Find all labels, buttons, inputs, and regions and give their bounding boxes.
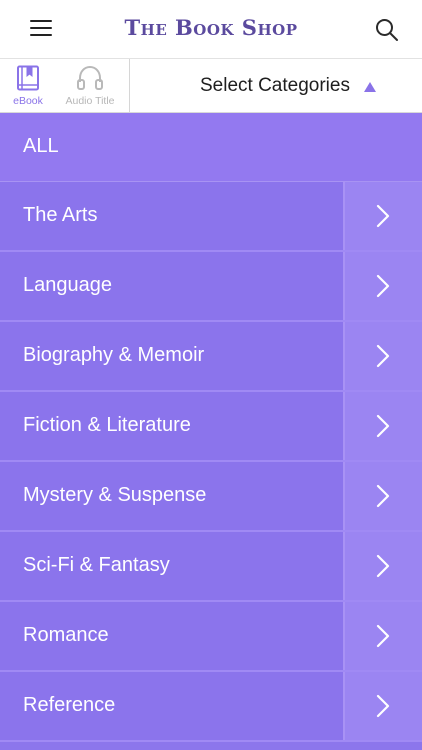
category-row-main[interactable]: Biography & Memoir bbox=[0, 322, 343, 390]
category-row[interactable]: The Arts bbox=[0, 182, 422, 252]
filter-bar: eBook Audio Title Select Categories bbox=[0, 59, 422, 113]
tab-audio-title-label: Audio Title bbox=[65, 95, 115, 107]
category-row-label: The Arts bbox=[23, 204, 98, 226]
tab-ebook-label: eBook bbox=[13, 95, 43, 107]
category-row-label: Biography & Memoir bbox=[23, 344, 205, 366]
triangle-up-icon bbox=[364, 82, 376, 92]
category-expand-button[interactable] bbox=[345, 532, 422, 600]
category-row-label: Sci-Fi & Fantasy bbox=[23, 554, 170, 576]
chevron-right-icon bbox=[376, 204, 390, 228]
category-row-main[interactable]: The Arts bbox=[0, 182, 343, 250]
category-expand-button[interactable] bbox=[345, 392, 422, 460]
hamburger-menu-icon-bar bbox=[30, 34, 52, 36]
tab-ebook[interactable]: eBook bbox=[0, 59, 59, 112]
chevron-right-icon bbox=[376, 694, 390, 718]
chevron-right-icon bbox=[376, 554, 390, 578]
chevron-right-icon bbox=[376, 414, 390, 438]
top-header: The Book Shop bbox=[0, 0, 422, 59]
category-expand-button[interactable] bbox=[345, 672, 422, 740]
category-row-all[interactable]: ALL bbox=[0, 113, 422, 182]
category-row-main[interactable]: Mystery & Suspense bbox=[0, 462, 343, 530]
headphones-icon bbox=[77, 65, 103, 90]
category-row-label: Mystery & Suspense bbox=[23, 484, 207, 506]
chevron-right-icon bbox=[376, 624, 390, 648]
category-expand-button[interactable] bbox=[345, 462, 422, 530]
category-expand-button[interactable] bbox=[345, 252, 422, 320]
category-row[interactable]: Mystery & Suspense bbox=[0, 462, 422, 532]
category-row[interactable]: Reference bbox=[0, 672, 422, 742]
menu-button[interactable] bbox=[20, 17, 62, 45]
hamburger-menu-icon-bar bbox=[30, 27, 52, 29]
chevron-right-icon bbox=[376, 274, 390, 298]
category-select-dropdown[interactable]: Select Categories bbox=[130, 59, 422, 112]
category-expand-button[interactable] bbox=[345, 602, 422, 670]
hamburger-menu-icon bbox=[30, 20, 52, 22]
tab-audio-title[interactable]: Audio Title bbox=[58, 59, 122, 112]
category-row[interactable]: Biography & Memoir bbox=[0, 322, 422, 392]
category-row-label: ALL bbox=[23, 135, 59, 157]
category-row-label: Language bbox=[23, 274, 112, 296]
chevron-right-icon bbox=[376, 484, 390, 508]
category-row-main[interactable]: Reference bbox=[0, 672, 343, 740]
category-row-main[interactable]: Fiction & Literature bbox=[0, 392, 343, 460]
category-row-label: Fiction & Literature bbox=[23, 414, 191, 436]
category-row[interactable]: Fiction & Literature bbox=[0, 392, 422, 462]
app-root: The Book Shop eBook Audio Title Select C… bbox=[0, 0, 422, 750]
category-row-label: Romance bbox=[23, 624, 109, 646]
category-select-label: Select Categories bbox=[200, 75, 350, 96]
book-icon bbox=[17, 65, 39, 91]
category-row[interactable]: Sci-Fi & Fantasy bbox=[0, 532, 422, 602]
category-row-main[interactable]: Romance bbox=[0, 602, 343, 670]
category-row-main[interactable]: Sci-Fi & Fantasy bbox=[0, 532, 343, 600]
category-list: ALL The Arts Language Biography & Memoir bbox=[0, 113, 422, 742]
search-button[interactable] bbox=[374, 17, 400, 43]
category-row-main[interactable]: Language bbox=[0, 252, 343, 320]
category-row[interactable]: Language bbox=[0, 252, 422, 322]
category-expand-button[interactable] bbox=[345, 182, 422, 250]
search-icon bbox=[376, 19, 398, 41]
category-row[interactable]: Romance bbox=[0, 602, 422, 672]
category-expand-button[interactable] bbox=[345, 322, 422, 390]
category-row-label: Reference bbox=[23, 694, 116, 716]
app-title: The Book Shop bbox=[124, 15, 298, 40]
chevron-right-icon bbox=[376, 344, 390, 368]
